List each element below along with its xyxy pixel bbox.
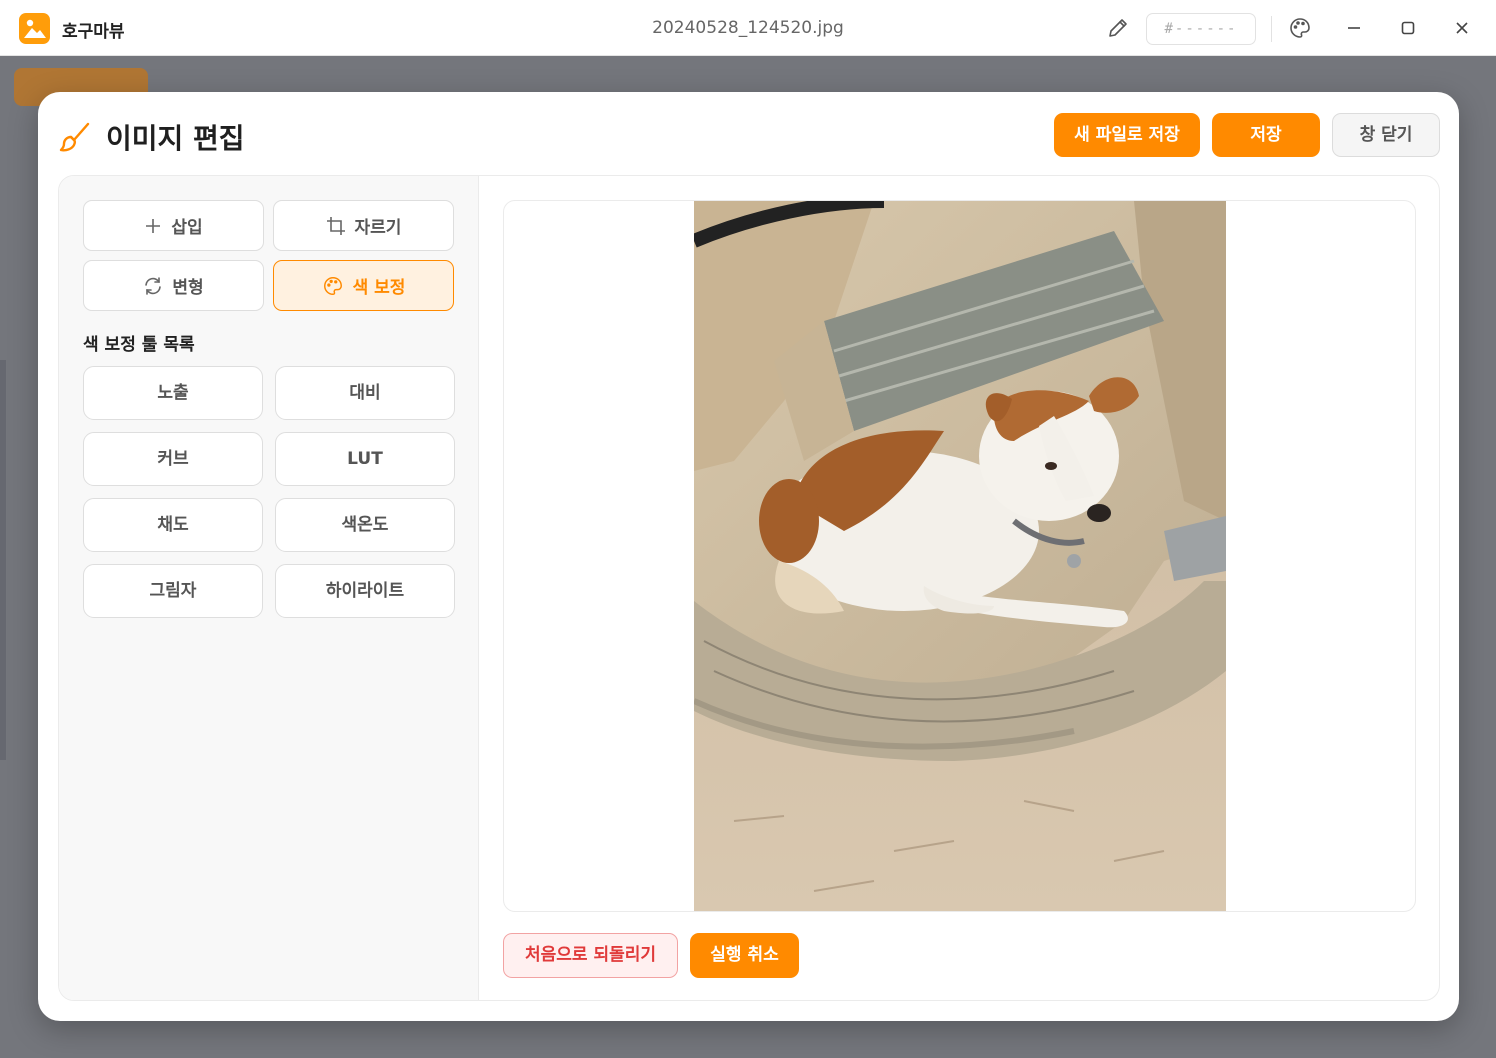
- maximize-icon[interactable]: [1396, 16, 1420, 40]
- palette-icon: [323, 276, 342, 295]
- minimize-icon[interactable]: [1342, 16, 1366, 40]
- color-correction-tool-button[interactable]: 색 보정: [273, 260, 454, 311]
- modal-title: 이미지 편집: [106, 122, 245, 155]
- color-correction-tool-label: 색 보정: [352, 278, 406, 298]
- close-window-button[interactable]: 창 닫기: [1332, 113, 1440, 157]
- brush-icon: [58, 120, 92, 154]
- lut-button[interactable]: LUT: [275, 432, 455, 486]
- palette-icon[interactable]: [1288, 16, 1312, 40]
- shadow-button[interactable]: 그림자: [83, 564, 263, 618]
- color-code-field[interactable]: #------: [1146, 13, 1256, 45]
- save-as-new-button[interactable]: 새 파일로 저장: [1054, 113, 1200, 157]
- plus-icon: [146, 218, 161, 233]
- title-bar-divider: [1271, 16, 1272, 42]
- color-temperature-button[interactable]: 색온도: [275, 498, 455, 552]
- saturation-button[interactable]: 채도: [83, 498, 263, 552]
- insert-tool-label: 삽입: [171, 218, 203, 238]
- pencil-icon[interactable]: [1106, 16, 1130, 40]
- color-tools-section-title: 색 보정 툴 목록: [83, 335, 195, 355]
- crop-tool-button[interactable]: 자르기: [273, 200, 454, 251]
- background-panel-dimmed: [0, 360, 6, 760]
- save-button[interactable]: 저장: [1212, 113, 1320, 157]
- undo-button[interactable]: 실행 취소: [690, 933, 799, 978]
- crop-icon: [326, 216, 345, 235]
- transform-tool-button[interactable]: 변형: [83, 260, 264, 311]
- exposure-button[interactable]: 노출: [83, 366, 263, 420]
- edited-photo: [694, 201, 1226, 911]
- rotate-icon: [145, 276, 162, 295]
- contrast-button[interactable]: 대비: [275, 366, 455, 420]
- close-icon[interactable]: [1450, 16, 1474, 40]
- reset-to-original-button[interactable]: 처음으로 되돌리기: [503, 933, 678, 978]
- transform-tool-label: 변형: [172, 278, 204, 298]
- editor-panel: 삽입 자르기 변형 색 보정 색 보정 툴 목록 노출 대비 커브 LUT 채도…: [58, 175, 1440, 1001]
- insert-tool-button[interactable]: 삽입: [83, 200, 264, 251]
- image-edit-modal: 이미지 편집 새 파일로 저장 저장 창 닫기 삽입 자르기 변형 색 보정 색…: [38, 92, 1459, 1021]
- image-canvas[interactable]: [503, 200, 1416, 912]
- tool-sidebar: 삽입 자르기 변형 색 보정 색 보정 툴 목록 노출 대비 커브 LUT 채도…: [59, 176, 479, 1000]
- curve-button[interactable]: 커브: [83, 432, 263, 486]
- title-bar: 호구마뷰 20240528_124520.jpg #------: [0, 0, 1496, 56]
- crop-tool-label: 자르기: [354, 218, 402, 238]
- highlight-button[interactable]: 하이라이트: [275, 564, 455, 618]
